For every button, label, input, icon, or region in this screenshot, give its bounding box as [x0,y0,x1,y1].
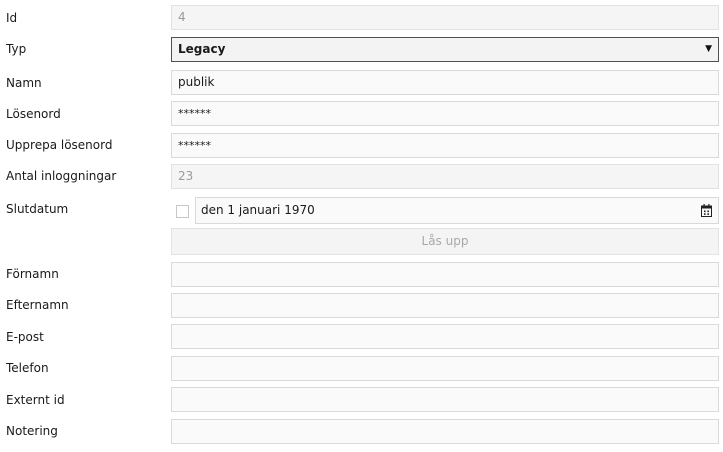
id-field: 4 [171,5,719,30]
slutdatum-label: Slutdatum [6,202,69,216]
losenord-label: Lösenord [6,107,61,121]
efternamn-input[interactable] [171,293,719,318]
telefon-input[interactable] [171,356,719,381]
unlock-button[interactable]: Lås upp [171,228,719,255]
fornamn-label: Förnamn [6,267,59,281]
fornamn-input[interactable] [171,262,719,287]
namn-label: Namn [6,76,42,90]
calendar-icon[interactable] [701,204,712,217]
epost-input[interactable] [171,324,719,349]
upprepa-losenord-input[interactable]: ****** [171,133,719,158]
epost-label: E-post [6,330,44,344]
externt-id-input[interactable] [171,387,719,412]
slutdatum-value: den 1 januari 1970 [201,203,315,217]
losenord-input[interactable]: ****** [171,101,719,126]
efternamn-label: Efternamn [6,298,69,312]
id-label: Id [6,11,18,25]
slutdatum-checkbox[interactable] [176,205,189,218]
notering-input[interactable] [171,419,719,444]
namn-input[interactable]: publik [171,70,719,95]
slutdatum-datepicker[interactable]: den 1 januari 1970 [195,197,719,224]
typ-select[interactable]: Legacy ▼ [171,37,719,62]
typ-label: Typ [6,42,27,56]
externt-id-label: Externt id [6,393,65,407]
notering-label: Notering [6,424,58,438]
antal-inloggningar-label: Antal inloggningar [6,169,117,183]
chevron-down-icon: ▼ [705,44,712,54]
typ-select-value: Legacy [178,42,226,56]
upprepa-losenord-label: Upprepa lösenord [6,138,113,152]
telefon-label: Telefon [6,361,49,375]
antal-inloggningar-field: 23 [171,164,719,189]
